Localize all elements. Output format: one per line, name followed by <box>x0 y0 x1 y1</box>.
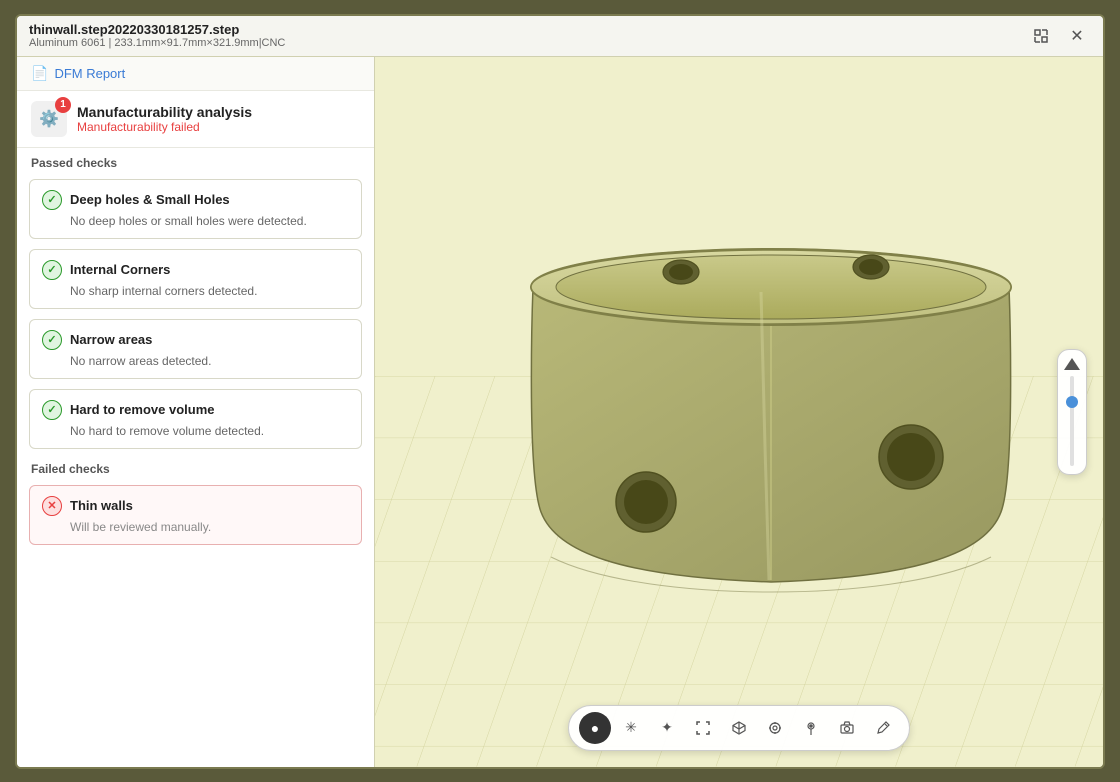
pin-btn[interactable] <box>795 712 827 744</box>
main-content: 📄 DFM Report ⚙️ 1 Manufacturability anal… <box>17 57 1103 767</box>
check-desc-deep-holes: No deep holes or small holes were detect… <box>70 214 349 228</box>
viewport-toolbar: ● ✳ ✦ <box>568 705 910 751</box>
close-btn[interactable]: ✕ <box>1063 22 1091 50</box>
cube-view-btn[interactable] <box>723 712 755 744</box>
check-card-thin-walls[interactable]: ✕ Thin walls Will be reviewed manually. <box>29 485 362 545</box>
check-card-internal-corners: ✓ Internal Corners No sharp internal cor… <box>29 249 362 309</box>
check-desc-narrow-areas: No narrow areas detected. <box>70 354 349 368</box>
analysis-icon: ⚙️ <box>39 109 59 129</box>
check-card-hard-to-remove: ✓ Hard to remove volume No hard to remov… <box>29 389 362 449</box>
analysis-text: Manufacturability analysis Manufacturabi… <box>77 104 252 134</box>
filename: thinwall.step20220330181257.step <box>29 22 285 37</box>
fullscreen-btn[interactable] <box>687 712 719 744</box>
title-info: thinwall.step20220330181257.step Aluminu… <box>29 22 285 49</box>
dfm-report-bar[interactable]: 📄 DFM Report <box>17 57 374 91</box>
passed-checks-label: Passed checks <box>17 148 374 174</box>
pass-icon-hard-to-remove: ✓ <box>42 400 62 420</box>
zoom-triangle-icon <box>1064 358 1080 370</box>
pass-icon-internal-corners: ✓ <box>42 260 62 280</box>
analysis-badge: 1 <box>55 97 71 113</box>
analysis-icon-wrap: ⚙️ 1 <box>31 101 67 137</box>
fail-icon-thin-walls: ✕ <box>42 496 62 516</box>
analysis-status: Manufacturability failed <box>77 120 252 134</box>
file-meta: Aluminum 6061 | 233.1mm×91.7mm×321.9mm|C… <box>29 37 285 49</box>
check-title-deep-holes: Deep holes & Small Holes <box>70 192 230 207</box>
check-title-internal-corners: Internal Corners <box>70 262 170 277</box>
left-panel: 📄 DFM Report ⚙️ 1 Manufacturability anal… <box>17 57 375 767</box>
pass-icon-deep-holes: ✓ <box>42 190 62 210</box>
check-card-narrow-areas: ✓ Narrow areas No narrow areas detected. <box>29 319 362 379</box>
check-title-thin-walls: Thin walls <box>70 498 133 513</box>
paint-btn[interactable] <box>867 712 899 744</box>
check-desc-thin-walls: Will be reviewed manually. <box>70 520 349 534</box>
check-desc-hard-to-remove: No hard to remove volume detected. <box>70 424 349 438</box>
check-header-narrow-areas: ✓ Narrow areas <box>42 330 349 350</box>
check-header-thin-walls: ✕ Thin walls <box>42 496 349 516</box>
viewport[interactable]: ● ✳ ✦ <box>375 57 1103 767</box>
center-btn[interactable] <box>759 712 791 744</box>
dfm-report-label: DFM Report <box>54 66 125 81</box>
check-title-narrow-areas: Narrow areas <box>70 332 152 347</box>
solid-view-btn[interactable]: ● <box>579 712 611 744</box>
title-actions: ✕ <box>1027 22 1091 50</box>
document-icon: 📄 <box>31 65 48 82</box>
title-bar: thinwall.step20220330181257.step Aluminu… <box>17 16 1103 57</box>
3d-model <box>451 192 1091 632</box>
camera-btn[interactable] <box>831 712 863 744</box>
check-header-hard-to-remove: ✓ Hard to remove volume <box>42 400 349 420</box>
expand-btn[interactable] <box>1027 22 1055 50</box>
app-window: thinwall.step20220330181257.step Aluminu… <box>15 14 1105 769</box>
check-card-deep-holes: ✓ Deep holes & Small Holes No deep holes… <box>29 179 362 239</box>
zoom-slider-track[interactable] <box>1070 376 1074 466</box>
points-btn[interactable]: ✦ <box>651 712 683 744</box>
check-title-hard-to-remove: Hard to remove volume <box>70 402 215 417</box>
failed-checks-label: Failed checks <box>17 454 374 480</box>
check-header-deep-holes: ✓ Deep holes & Small Holes <box>42 190 349 210</box>
check-header-internal-corners: ✓ Internal Corners <box>42 260 349 280</box>
zoom-panel <box>1057 349 1087 475</box>
zoom-slider-thumb[interactable] <box>1066 396 1078 408</box>
analysis-header: ⚙️ 1 Manufacturability analysis Manufact… <box>17 91 374 148</box>
analysis-title: Manufacturability analysis <box>77 104 252 120</box>
pass-icon-narrow-areas: ✓ <box>42 330 62 350</box>
wireframe-btn[interactable]: ✳ <box>615 712 647 744</box>
check-desc-internal-corners: No sharp internal corners detected. <box>70 284 349 298</box>
